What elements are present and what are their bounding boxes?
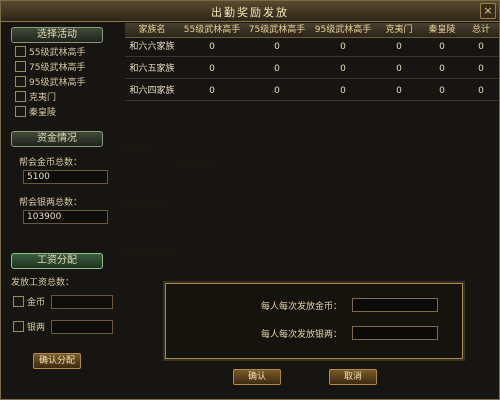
funds-header: 资金情况 [11,131,103,147]
silver-checkbox-label: 银两 [27,322,46,333]
reward-distribution-window: 出勤奖励发放 × 选择活动 55级武林高手 75级武林高手 95级武林高手 克夷… [0,0,500,400]
activity-option[interactable]: 55级武林高手 [15,45,86,58]
gold-total-label: 帮会金币总数： [19,158,83,168]
checkbox-icon[interactable] [15,75,26,87]
gold-option[interactable]: 金币 [13,295,46,308]
distribution-dialog: 每人每次发放金币： 每人每次发放银两： [165,283,463,359]
table-cell: 0 [396,64,402,74]
column-header[interactable]: 家族名 [125,23,179,37]
activity-option[interactable]: 秦皇陵 [15,105,57,118]
gold-per-person-input[interactable] [352,298,438,312]
column-header[interactable]: 秦皇陵 [421,23,463,37]
table-cell: 0 [478,64,484,74]
table-cell: 0 [340,86,346,96]
gold-total-value: 5100 [23,170,108,184]
silver-per-person-label: 每人每次发放银两： [260,330,342,340]
column-header[interactable]: 克夷门 [377,23,421,37]
table-cell: 0 [396,86,402,96]
table-cell: 0 [439,42,445,52]
cancel-button[interactable]: 取消 [329,369,377,385]
silver-option[interactable]: 银两 [13,320,46,333]
gold-salary-input[interactable] [51,295,113,309]
column-header[interactable]: 55级武林高手 [179,23,245,37]
checkbox-icon[interactable] [13,320,24,332]
salary-header: 工资分配 [11,253,103,269]
table-row[interactable]: 和六五家族 0 0 0 0 0 0 [125,60,499,79]
activity-label: 55级武林高手 [29,47,86,58]
table-cell: 0 [340,42,346,52]
ok-button[interactable]: 确认 [233,369,281,385]
gold-per-person-label: 每人每次发放金币： [260,302,342,312]
table-cell: 0 [274,86,280,96]
table-cell: 0 [274,64,280,74]
table-header: 家族名 55级武林高手 75级武林高手 95级武林高手 克夷门 秦皇陵 总计 [125,23,499,38]
table-cell: 0 [209,86,215,96]
silver-per-person-row: 每人每次发放银两： [166,326,462,340]
confirm-allocation-button[interactable]: 确认分配 [33,353,81,369]
family-name-cell: 和六四家族 [129,86,175,96]
gold-checkbox-label: 金币 [27,297,46,308]
checkbox-icon[interactable] [13,295,24,307]
activity-label: 秦皇陵 [29,107,57,118]
table-row[interactable]: 和六六家族 0 0 0 0 0 0 [125,38,499,57]
column-header[interactable]: 75级武林高手 [245,23,309,37]
salary-total-label: 发放工资总数： [11,278,75,288]
silver-per-person-input[interactable] [352,326,438,340]
activity-option[interactable]: 75级武林高手 [15,60,86,73]
table-cell: 0 [274,42,280,52]
table-cell: 0 [439,86,445,96]
checkbox-icon[interactable] [15,45,26,57]
activity-label: 克夷门 [29,92,57,103]
window-title: 出勤奖励发放 [211,6,289,19]
family-name-cell: 和六六家族 [129,42,175,52]
column-header[interactable]: 95级武林高手 [309,23,377,37]
checkbox-icon[interactable] [15,90,26,102]
silver-total-value: 103900 [23,210,108,224]
checkbox-icon[interactable] [15,60,26,72]
table-cell: 0 [439,64,445,74]
table-cell: 0 [340,64,346,74]
activity-option[interactable]: 95级武林高手 [15,75,86,88]
left-panel: 选择活动 55级武林高手 75级武林高手 95级武林高手 克夷门 秦皇陵 资金情… [5,23,123,397]
gold-per-person-row: 每人每次发放金币： [166,298,462,312]
table-cell: 0 [396,42,402,52]
table-cell: 0 [478,86,484,96]
table-cell: 0 [478,42,484,52]
close-button[interactable]: × [480,3,496,19]
activity-label: 75级武林高手 [29,62,86,73]
family-table: 家族名 55级武林高手 75级武林高手 95级武林高手 克夷门 秦皇陵 总计 和… [125,23,499,101]
table-row[interactable]: 和六四家族 0 0 0 0 0 0 [125,82,499,101]
silver-salary-input[interactable] [51,320,113,334]
activity-label: 95级武林高手 [29,77,86,88]
activity-option[interactable]: 克夷门 [15,90,57,103]
silver-total-label: 帮会银两总数： [19,198,83,208]
family-name-cell: 和六五家族 [129,64,175,74]
column-header[interactable]: 总计 [463,23,499,37]
title-bar: 出勤奖励发放 × [1,1,499,22]
select-activity-header: 选择活动 [11,27,103,43]
checkbox-icon[interactable] [15,105,26,117]
table-cell: 0 [209,42,215,52]
table-cell: 0 [209,64,215,74]
